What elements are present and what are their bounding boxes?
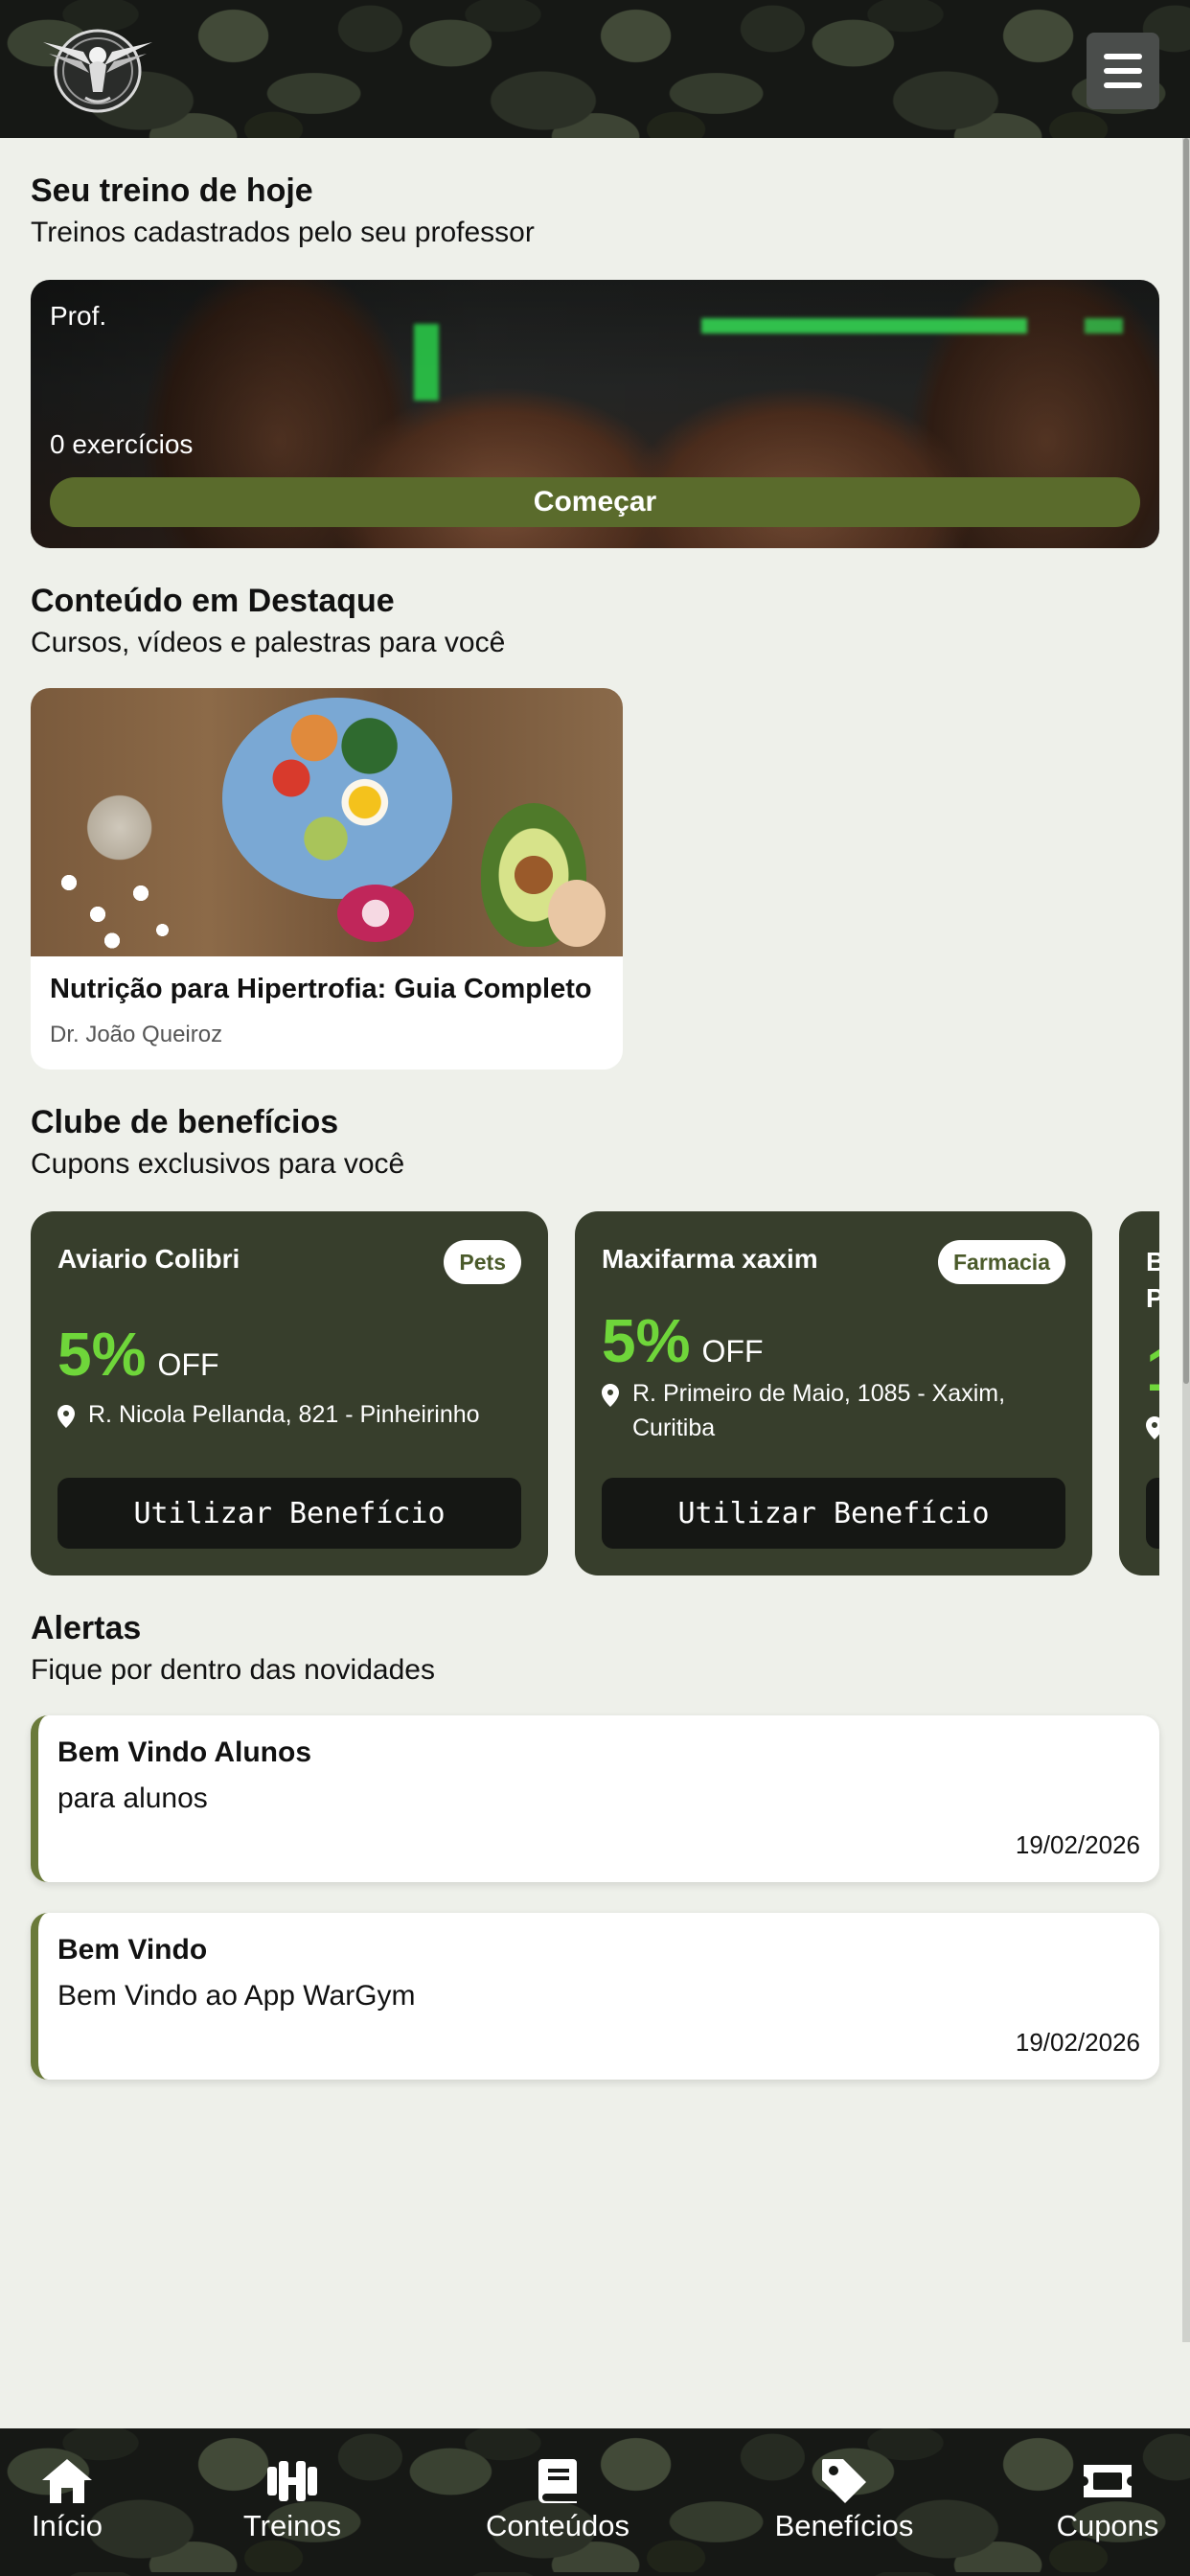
today-subtitle: Treinos cadastrados pelo seu professor [31, 217, 535, 248]
content-thumbnail [31, 688, 623, 956]
hamburger-line [1104, 68, 1142, 74]
alert-card[interactable]: Bem Vindo Alunos para alunos 19/02/2026 [31, 1715, 1159, 1882]
nav-item-cupons[interactable]: Cupons [1050, 2428, 1165, 2576]
use-benefit-button[interactable]: Utilizar Benefício [57, 1478, 521, 1549]
benefit-address-text: R. Primeiro de Maio, 1085 - Xaxim, Curit… [632, 1380, 1006, 1441]
alert-date: 19/02/2026 [1015, 2028, 1140, 2057]
hamburger-line [1104, 82, 1142, 88]
eagle-logo-icon[interactable] [31, 21, 165, 117]
alerts-title: Alertas [31, 1610, 142, 1646]
benefit-off-label: OFF [701, 1334, 764, 1368]
nav-label: Conteúdos [486, 2509, 629, 2542]
benefits-title: Clube de benefícios [31, 1104, 339, 1140]
start-workout-button[interactable]: Começar [50, 477, 1140, 527]
alert-title: Bem Vindo [57, 1934, 208, 1966]
benefit-discount: 1 [1146, 1334, 1159, 1405]
benefit-address: R. Nicola Pellanda, 821 - Pinheirinho [57, 1397, 517, 1432]
scrollbar-thumb[interactable] [1183, 138, 1189, 1384]
nav-label: Treinos [242, 2509, 342, 2542]
location-pin-icon [602, 1384, 619, 1407]
today-title: Seu treino de hoje [31, 172, 313, 209]
workout-card[interactable]: Prof. 0 exercícios Começar [31, 280, 1159, 548]
ticket-icon [1084, 2465, 1132, 2497]
benefit-name: B P [1146, 1244, 1159, 1317]
location-pin-icon [1146, 1416, 1159, 1439]
benefit-name: Maxifarma xaxim [602, 1244, 818, 1274]
benefits-carousel[interactable]: Aviario Colibri Pets 5% OFF R. Nicola Pe… [31, 1211, 1159, 1576]
nav-label: Benefícios [774, 2509, 914, 2542]
food-plate-image [222, 698, 452, 899]
hamburger-icon[interactable] [1087, 33, 1159, 109]
nav-item-treinos[interactable]: Treinos [230, 2428, 355, 2576]
use-benefit-button[interactable] [1146, 1478, 1159, 1549]
nav-item-conteudos[interactable]: Conteúdos [479, 2428, 636, 2576]
flowers-image [40, 851, 184, 956]
alert-message: para alunos [57, 1782, 208, 1814]
featured-subtitle: Cursos, vídeos e palestras para você [31, 627, 506, 658]
benefit-address: R. Primeiro de Maio, 1085 - Xaxim, Curit… [602, 1376, 1062, 1445]
tag-icon [822, 2459, 866, 2503]
benefit-discount-value: 5% [57, 1320, 147, 1389]
featured-title: Conteúdo em Destaque [31, 583, 395, 619]
benefit-discount: 5% OFF [602, 1305, 763, 1376]
use-benefit-button[interactable]: Utilizar Benefício [602, 1478, 1065, 1549]
nav-label: Cupons [1056, 2509, 1159, 2542]
content-author: Dr. João Queiroz [50, 1022, 223, 1047]
benefit-name: Aviario Colibri [57, 1244, 240, 1274]
content-card[interactable]: Nutrição para Hipertrofia: Guia Completo… [31, 688, 623, 1070]
benefit-category-badge: Pets [444, 1240, 521, 1284]
benefit-card-partial[interactable]: B P 1 [1119, 1211, 1159, 1576]
egg-image [548, 880, 606, 947]
gym-light [414, 324, 439, 401]
content-title: Nutrição para Hipertrofia: Guia Completo [50, 974, 592, 1004]
benefit-discount: 5% OFF [57, 1319, 218, 1390]
dumbbell-icon [267, 2461, 317, 2501]
benefit-name-line: B [1146, 1247, 1159, 1276]
workout-professor: Prof. [50, 301, 107, 331]
benefit-card[interactable]: Maxifarma xaxim Farmacia 5% OFF R. Prime… [575, 1211, 1092, 1576]
benefit-address-text: R. Nicola Pellanda, 821 - Pinheirinho [88, 1401, 480, 1428]
alerts-subtitle: Fique por dentro das novidades [31, 1654, 435, 1686]
benefits-subtitle: Cupons exclusivos para você [31, 1148, 405, 1180]
nav-item-beneficios[interactable]: Benefícios [772, 2428, 916, 2576]
benefit-category-badge: Farmacia [937, 1240, 1065, 1284]
alert-card[interactable]: Bem Vindo Bem Vindo ao App WarGym 19/02/… [31, 1913, 1159, 2080]
benefit-discount-value: 5% [602, 1306, 691, 1375]
book-icon [538, 2459, 577, 2503]
workout-exercise-count: 0 exercícios [50, 429, 194, 459]
alert-title: Bem Vindo Alunos [57, 1736, 312, 1768]
gym-light [701, 318, 1027, 334]
benefit-name-line: P [1146, 1283, 1159, 1313]
hamburger-line [1104, 54, 1142, 59]
location-pin-icon [57, 1405, 75, 1428]
benefit-card[interactable]: Aviario Colibri Pets 5% OFF R. Nicola Pe… [31, 1211, 548, 1576]
benefit-off-label: OFF [157, 1347, 219, 1382]
nav-label: Início [31, 2509, 103, 2542]
gym-light [1085, 318, 1123, 334]
nav-item-inicio[interactable]: Início [19, 2428, 115, 2576]
bottom-nav: Início Treinos Conteúdos Benefícios Cupo… [0, 2428, 1190, 2576]
home-icon [42, 2459, 92, 2503]
top-bar [0, 0, 1190, 138]
alert-message: Bem Vindo ao App WarGym [57, 1980, 416, 2012]
radish-image [337, 885, 414, 942]
alert-date: 19/02/2026 [1015, 1830, 1140, 1859]
scrollbar[interactable] [1182, 138, 1190, 2342]
benefit-discount-value: 1 [1146, 1334, 1159, 1405]
